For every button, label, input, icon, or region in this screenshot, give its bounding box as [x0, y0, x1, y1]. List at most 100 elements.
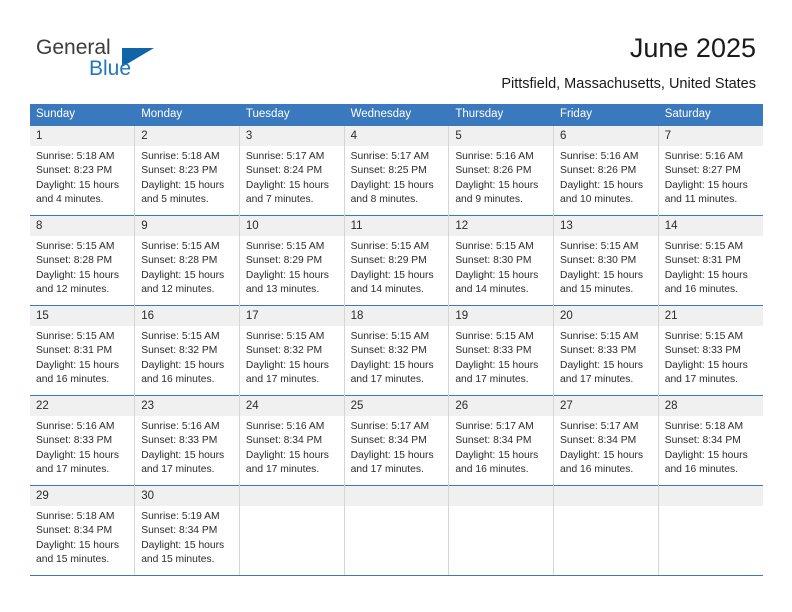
day-cell[interactable]: 4 Sunrise: 5:17 AM Sunset: 8:25 PM Dayli… [344, 125, 450, 216]
day-details: Sunrise: 5:15 AM Sunset: 8:32 PM Dayligh… [135, 326, 239, 387]
daylight-line-1: Daylight: 15 hours [664, 269, 748, 281]
day-number [239, 486, 344, 506]
daylight-line-2: and 16 minutes. [141, 373, 215, 385]
daylight-line-2: and 15 minutes. [36, 553, 110, 565]
day-cell[interactable]: 28 Sunrise: 5:18 AM Sunset: 8:34 PM Dayl… [658, 395, 763, 486]
sunset-time: Sunset: 8:34 PM [350, 435, 427, 447]
day-number: 15 [30, 306, 135, 326]
day-cell[interactable]: 12 Sunrise: 5:15 AM Sunset: 8:30 PM Dayl… [448, 215, 555, 306]
daylight-line-2: and 15 minutes. [560, 283, 634, 295]
sunrise-time: Sunrise: 5:15 AM [141, 241, 220, 252]
sunset-time: Sunset: 8:33 PM [664, 345, 741, 357]
day-cell[interactable]: 23 Sunrise: 5:16 AM Sunset: 8:33 PM Dayl… [134, 395, 240, 486]
daylight-line-2: and 17 minutes. [141, 463, 215, 475]
day-details: Sunrise: 5:18 AM Sunset: 8:23 PM Dayligh… [30, 146, 134, 207]
day-cell[interactable]: 27 Sunrise: 5:17 AM Sunset: 8:34 PM Dayl… [553, 395, 659, 486]
day-cell[interactable]: 25 Sunrise: 5:17 AM Sunset: 8:34 PM Dayl… [344, 395, 450, 486]
sunrise-time: Sunrise: 5:15 AM [560, 241, 639, 252]
day-details: Sunrise: 5:15 AM Sunset: 8:30 PM Dayligh… [554, 236, 658, 297]
daylight-line-2: and 7 minutes. [245, 193, 314, 205]
day-number: 18 [344, 306, 449, 326]
day-number: 27 [554, 396, 658, 416]
daylight-line-2: and 14 minutes. [350, 283, 424, 295]
daylight-line-1: Daylight: 15 hours [664, 359, 748, 371]
sunset-time: Sunset: 8:33 PM [455, 345, 532, 357]
day-cell[interactable]: 1 Sunrise: 5:18 AM Sunset: 8:23 PM Dayli… [30, 125, 136, 216]
sunrise-time: Sunrise: 5:15 AM [455, 241, 534, 252]
day-cell[interactable]: 11 Sunrise: 5:15 AM Sunset: 8:29 PM Dayl… [344, 215, 450, 306]
day-cell[interactable]: 2 Sunrise: 5:18 AM Sunset: 8:23 PM Dayli… [134, 125, 240, 216]
sunrise-time: Sunrise: 5:16 AM [141, 421, 220, 432]
day-cell[interactable]: 3 Sunrise: 5:17 AM Sunset: 8:24 PM Dayli… [239, 125, 345, 216]
day-cell[interactable]: 8 Sunrise: 5:15 AM Sunset: 8:28 PM Dayli… [30, 215, 136, 306]
day-cell[interactable]: 17 Sunrise: 5:15 AM Sunset: 8:32 PM Dayl… [239, 305, 345, 396]
day-details: Sunrise: 5:17 AM Sunset: 8:24 PM Dayligh… [240, 146, 344, 207]
day-number: 23 [135, 396, 239, 416]
sunset-time: Sunset: 8:32 PM [245, 345, 323, 357]
sunrise-time: Sunrise: 5:16 AM [455, 151, 534, 162]
day-number: 3 [239, 126, 344, 146]
day-cell[interactable]: 24 Sunrise: 5:16 AM Sunset: 8:34 PM Dayl… [239, 395, 345, 486]
day-number [344, 486, 449, 506]
day-cell[interactable]: 9 Sunrise: 5:15 AM Sunset: 8:28 PM Dayli… [134, 215, 240, 306]
daylight-line-2: and 13 minutes. [245, 283, 320, 295]
calendar-week-row: 1 Sunrise: 5:18 AM Sunset: 8:23 PM Dayli… [30, 125, 763, 216]
sunset-time: Sunset: 8:32 PM [350, 345, 427, 357]
daylight-line-1: Daylight: 15 hours [36, 269, 119, 281]
day-cell[interactable]: 10 Sunrise: 5:15 AM Sunset: 8:29 PM Dayl… [239, 215, 345, 306]
day-cell[interactable]: 7 Sunrise: 5:16 AM Sunset: 8:27 PM Dayli… [658, 125, 763, 216]
day-cell[interactable]: 15 Sunrise: 5:15 AM Sunset: 8:31 PM Dayl… [30, 305, 136, 396]
calendar-week-row: 22 Sunrise: 5:16 AM Sunset: 8:33 PM Dayl… [30, 395, 763, 486]
sunset-time: Sunset: 8:24 PM [245, 165, 323, 177]
day-number: 25 [344, 396, 449, 416]
brand-logo[interactable]: General Blue [36, 36, 166, 84]
sunset-time: Sunset: 8:33 PM [141, 435, 218, 447]
day-cell[interactable]: 13 Sunrise: 5:15 AM Sunset: 8:30 PM Dayl… [553, 215, 659, 306]
calendar-page: General Blue June 2025 Pittsfield, Massa… [0, 0, 792, 612]
day-details: Sunrise: 5:15 AM Sunset: 8:29 PM Dayligh… [240, 236, 344, 297]
daylight-line-2: and 10 minutes. [560, 193, 634, 205]
day-cell[interactable]: 21 Sunrise: 5:15 AM Sunset: 8:33 PM Dayl… [658, 305, 763, 396]
page-header: General Blue June 2025 Pittsfield, Massa… [0, 0, 792, 100]
day-number: 22 [30, 396, 135, 416]
day-details: Sunrise: 5:16 AM Sunset: 8:33 PM Dayligh… [30, 416, 134, 477]
day-details: Sunrise: 5:18 AM Sunset: 8:23 PM Dayligh… [135, 146, 239, 207]
day-cell[interactable]: 22 Sunrise: 5:16 AM Sunset: 8:33 PM Dayl… [30, 395, 136, 486]
calendar-week-row: 8 Sunrise: 5:15 AM Sunset: 8:28 PM Dayli… [30, 215, 763, 306]
weekday-header-monday: Monday [134, 104, 240, 126]
sunset-time: Sunset: 8:29 PM [245, 255, 323, 267]
day-cell[interactable]: 29 Sunrise: 5:18 AM Sunset: 8:34 PM Dayl… [30, 485, 136, 576]
sunrise-time: Sunrise: 5:18 AM [141, 151, 220, 162]
day-number: 14 [658, 216, 763, 236]
day-number [554, 486, 658, 506]
daylight-line-2: and 17 minutes. [455, 373, 529, 385]
daylight-line-2: and 17 minutes. [560, 373, 634, 385]
day-cell[interactable]: 14 Sunrise: 5:15 AM Sunset: 8:31 PM Dayl… [658, 215, 763, 306]
day-number: 30 [135, 486, 239, 506]
day-details: Sunrise: 5:15 AM Sunset: 8:31 PM Dayligh… [659, 236, 763, 297]
day-cell[interactable]: 16 Sunrise: 5:15 AM Sunset: 8:32 PM Dayl… [134, 305, 240, 396]
day-cell[interactable]: 18 Sunrise: 5:15 AM Sunset: 8:32 PM Dayl… [344, 305, 450, 396]
sunrise-sunset-calendar: Sunday Monday Tuesday Wednesday Thursday… [30, 104, 763, 576]
daylight-line-1: Daylight: 15 hours [141, 539, 225, 551]
day-cell[interactable]: 5 Sunrise: 5:16 AM Sunset: 8:26 PM Dayli… [448, 125, 555, 216]
sunset-time: Sunset: 8:30 PM [455, 255, 532, 267]
daylight-line-1: Daylight: 15 hours [455, 449, 539, 461]
sunset-time: Sunset: 8:28 PM [36, 255, 113, 267]
day-number: 2 [135, 126, 239, 146]
day-details: Sunrise: 5:15 AM Sunset: 8:32 PM Dayligh… [345, 326, 449, 387]
daylight-line-2: and 16 minutes. [36, 373, 110, 385]
day-cell[interactable]: 26 Sunrise: 5:17 AM Sunset: 8:34 PM Dayl… [448, 395, 555, 486]
weekday-header-wednesday: Wednesday [344, 104, 450, 126]
day-cell[interactable]: 6 Sunrise: 5:16 AM Sunset: 8:26 PM Dayli… [553, 125, 659, 216]
day-cell[interactable]: 30 Sunrise: 5:19 AM Sunset: 8:34 PM Dayl… [134, 485, 240, 576]
sunrise-time: Sunrise: 5:15 AM [141, 331, 220, 342]
day-cell[interactable]: 19 Sunrise: 5:15 AM Sunset: 8:33 PM Dayl… [448, 305, 555, 396]
day-number: 19 [449, 306, 554, 326]
daylight-line-1: Daylight: 15 hours [350, 359, 434, 371]
day-number: 4 [344, 126, 449, 146]
day-cell[interactable]: 20 Sunrise: 5:15 AM Sunset: 8:33 PM Dayl… [553, 305, 659, 396]
daylight-line-1: Daylight: 15 hours [350, 449, 434, 461]
sunrise-time: Sunrise: 5:15 AM [36, 241, 115, 252]
day-details: Sunrise: 5:15 AM Sunset: 8:29 PM Dayligh… [345, 236, 449, 297]
